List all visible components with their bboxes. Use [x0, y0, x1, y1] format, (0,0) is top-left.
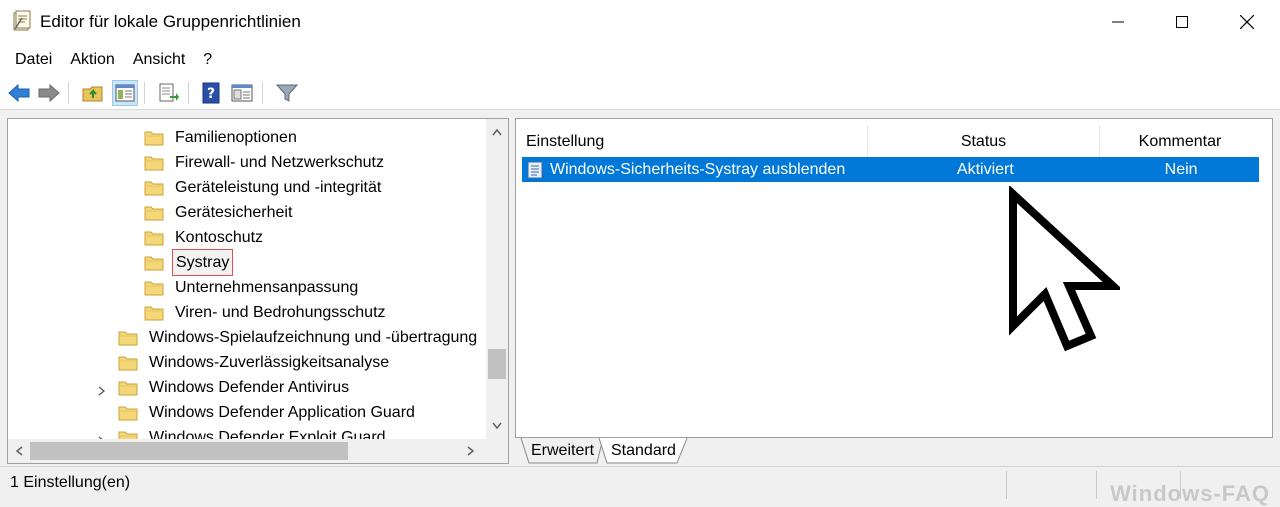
column-header-status[interactable]: Status	[868, 125, 1100, 158]
scrollbar-corner	[486, 439, 508, 463]
show-hide-tree-icon[interactable]	[112, 80, 138, 106]
folder-icon	[144, 230, 164, 246]
toolbar-separator	[188, 82, 189, 104]
help-icon[interactable]: ?	[198, 80, 224, 106]
mouse-cursor-icon	[1009, 186, 1120, 352]
policy-tree: Familienoptionen Firewall- und Netzwerksc…	[8, 119, 486, 439]
policy-setting-icon	[522, 161, 548, 179]
tab-erweitert[interactable]: Erweitert	[521, 438, 604, 464]
setting-status: Aktiviert	[956, 161, 1014, 178]
column-header-einstellung[interactable]: Einstellung	[516, 125, 868, 158]
tree-item[interactable]: Gerätesicherheit	[144, 200, 295, 225]
tree-item[interactable]: Geräteleistung und -integrität	[144, 175, 384, 200]
tree-item[interactable]: Familienoptionen	[144, 125, 300, 150]
tree-item[interactable]: Firewall- und Netzwerkschutz	[144, 150, 387, 175]
view-tabs: Erweitert Standard	[515, 438, 1273, 464]
tree-item[interactable]: Windows-Spielaufzeichnung und -übertragu…	[118, 325, 480, 350]
export-list-icon[interactable]	[156, 80, 182, 106]
tree-item-label: Familienoptionen	[175, 129, 297, 146]
scroll-up-icon[interactable]	[486, 121, 508, 143]
tree-item[interactable]: Systray	[144, 249, 234, 276]
watermark: Windows-FAQ	[1110, 481, 1270, 506]
tree-item-label: Unternehmensanpassung	[175, 279, 359, 296]
setting-name: Windows-Sicherheits-Systray ausblenden	[549, 161, 846, 178]
column-header-kommentar[interactable]: Kommentar	[1100, 125, 1260, 158]
menu-ansicht[interactable]: Ansicht	[124, 44, 194, 76]
tree-item-label: Gerätesicherheit	[175, 204, 293, 221]
up-folder-icon[interactable]	[80, 80, 106, 106]
tree-item[interactable]: Windows Defender Antivirus	[98, 375, 352, 400]
minimize-button[interactable]	[1095, 0, 1141, 44]
list-header: Einstellung Status Kommentar	[516, 125, 1272, 158]
menu-datei[interactable]: Datei	[6, 44, 61, 76]
tree-item-label: Firewall- und Netzwerkschutz	[175, 154, 384, 171]
tree-item-label: Viren- und Bedrohungsschutz	[175, 304, 386, 321]
tree-pane: Familienoptionen Firewall- und Netzwerksc…	[7, 118, 509, 464]
folder-icon	[144, 305, 164, 321]
folder-icon	[118, 330, 138, 346]
scroll-left-icon[interactable]	[8, 440, 30, 462]
tree-item-label: Kontoschutz	[175, 229, 264, 246]
folder-icon	[118, 380, 138, 396]
tree-item-label: Windows Defender Antivirus	[149, 379, 350, 396]
menu-aktion[interactable]: Aktion	[61, 44, 123, 76]
maximize-button[interactable]	[1159, 0, 1205, 44]
folder-icon	[144, 180, 164, 196]
tree-item-label: Windows Defender Application Guard	[149, 404, 415, 421]
back-arrow-icon[interactable]	[6, 80, 32, 106]
scroll-right-icon[interactable]	[460, 440, 482, 462]
folder-icon	[118, 355, 138, 371]
tree-item[interactable]: Windows Defender Application Guard	[118, 400, 418, 425]
status-text: 1 Einstellung(en)	[10, 474, 131, 491]
title-bar: Editor für lokale Gruppenrichtlinien	[0, 0, 1280, 44]
tree-item-label: Windows-Spielaufzeichnung und -übertragu…	[149, 329, 478, 346]
tree-item-label: Geräteleistung und -integrität	[175, 179, 382, 196]
filter-icon[interactable]	[274, 80, 300, 106]
folder-icon	[144, 155, 164, 171]
tab-standard[interactable]: Standard	[601, 438, 686, 464]
tree-vertical-scrollbar[interactable]	[486, 119, 508, 439]
svg-text:?: ?	[207, 86, 215, 102]
tree-item-label: Systray	[172, 249, 234, 276]
toolbar-separator	[262, 82, 263, 104]
toolbar-separator	[68, 82, 69, 104]
tree-item[interactable]: Windows-Zuverlässigkeitsanalyse	[118, 350, 392, 375]
toolbar: ?	[0, 76, 1280, 110]
menu-help[interactable]: ?	[194, 44, 221, 76]
tree-item-label: Windows-Zuverlässigkeitsanalyse	[149, 354, 390, 371]
tree-item[interactable]: Unternehmensanpassung	[144, 275, 361, 300]
tree-horizontal-scrollbar[interactable]	[8, 439, 486, 463]
folder-icon	[144, 280, 164, 296]
folder-icon	[144, 130, 164, 146]
status-divider	[1096, 471, 1097, 499]
horizontal-scroll-thumb[interactable]	[30, 442, 348, 460]
settings-list-pane: Einstellung Status Kommentar Windows-Sic…	[515, 118, 1273, 438]
policy-editor-icon	[12, 10, 32, 32]
forward-arrow-icon[interactable]	[36, 80, 62, 106]
folder-icon	[144, 255, 164, 271]
setting-comment: Nein	[1164, 161, 1198, 178]
expand-chevron-icon[interactable]	[98, 383, 108, 396]
tree-item[interactable]: Kontoschutz	[144, 225, 266, 250]
close-button[interactable]	[1224, 0, 1270, 44]
table-row[interactable]: Windows-Sicherheits-Systray ausblenden A…	[522, 157, 1259, 182]
status-divider	[1006, 471, 1007, 499]
scroll-down-icon[interactable]	[486, 415, 508, 437]
tree-item-label: Windows Defender Exploit Guard	[149, 429, 386, 439]
vertical-scroll-thumb[interactable]	[488, 349, 506, 379]
properties-icon[interactable]	[229, 80, 255, 106]
status-bar: 1 Einstellung(en) Windows-FAQ	[0, 466, 1280, 506]
menu-bar: Datei Aktion Ansicht ?	[0, 44, 1280, 76]
folder-icon	[144, 205, 164, 221]
folder-icon	[118, 405, 138, 421]
folder-icon	[118, 430, 138, 439]
tree-item[interactable]: Windows Defender Exploit Guard	[98, 425, 389, 439]
toolbar-separator	[144, 82, 145, 104]
window-title: Editor für lokale Gruppenrichtlinien	[40, 12, 301, 31]
tree-item[interactable]: Viren- und Bedrohungsschutz	[144, 300, 389, 325]
